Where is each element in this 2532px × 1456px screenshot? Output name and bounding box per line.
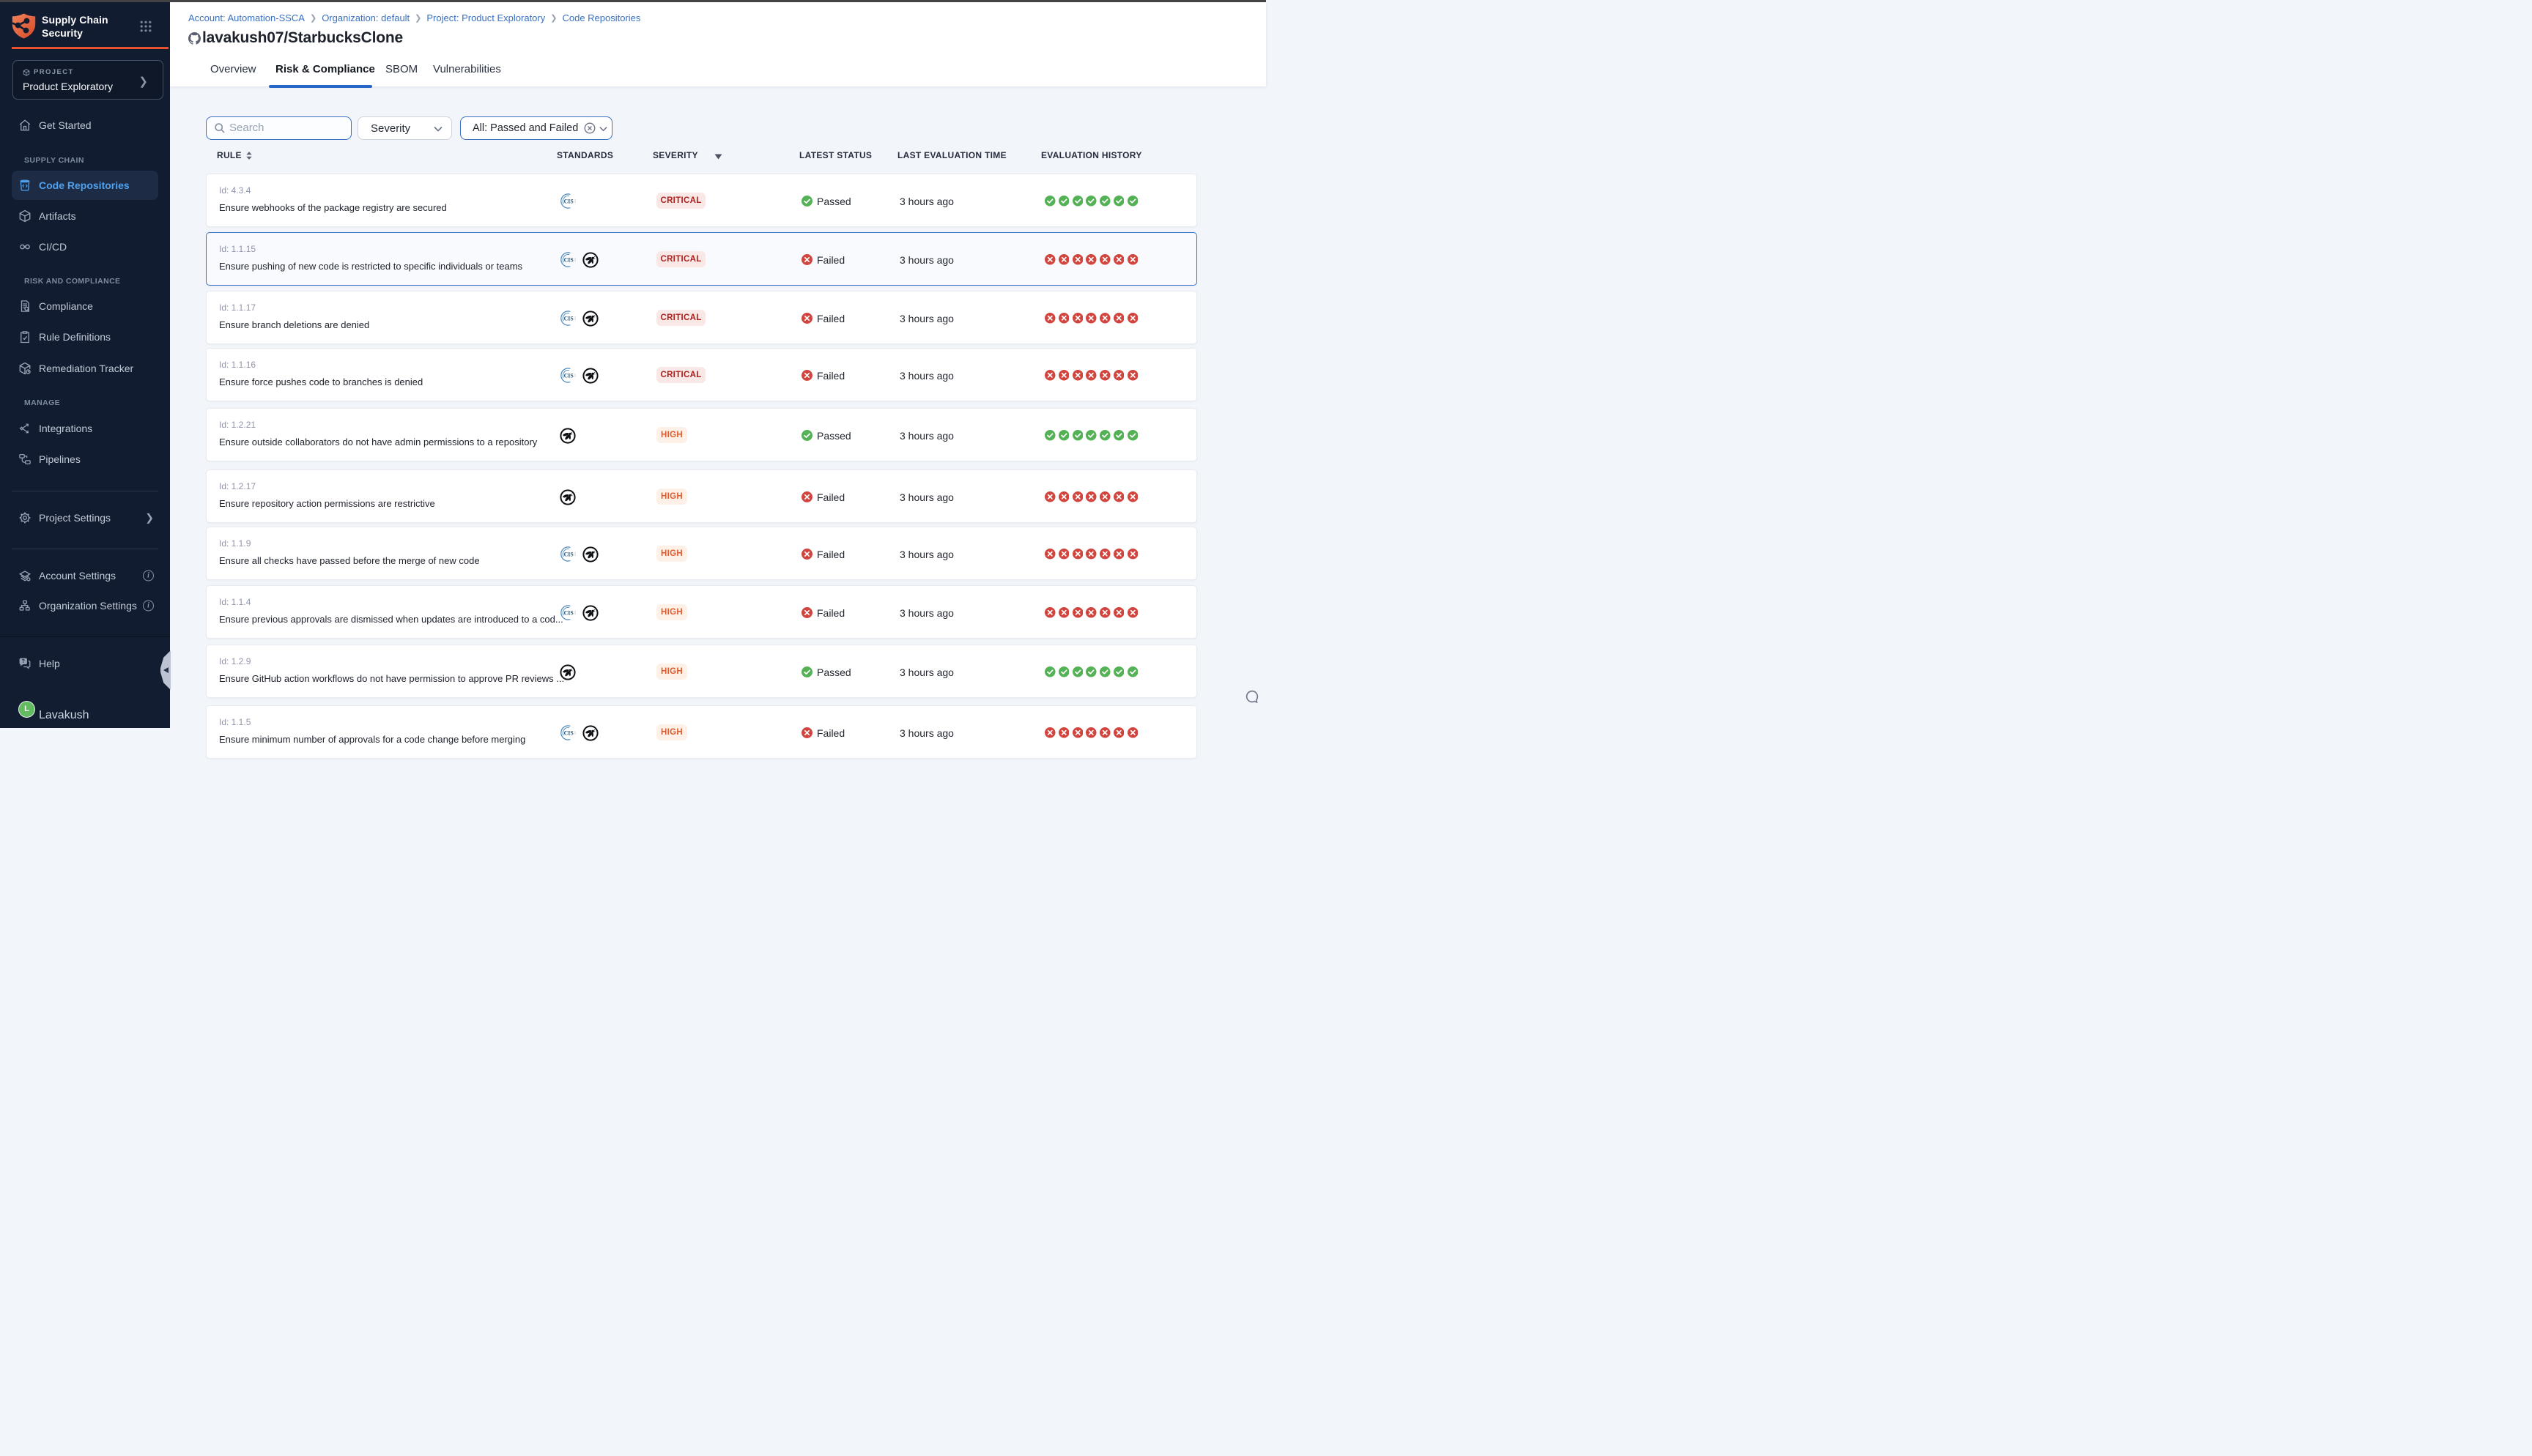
svg-text:CIS: CIS [564,198,574,204]
svg-text:CIS: CIS [564,609,574,616]
svg-text:?: ? [22,658,25,664]
svg-text:CIS: CIS [564,256,574,263]
svg-text:CIS: CIS [564,729,574,736]
svg-text:CIS: CIS [564,372,574,379]
svg-text:CIS: CIS [564,315,574,322]
svg-text:CIS: CIS [564,551,574,557]
